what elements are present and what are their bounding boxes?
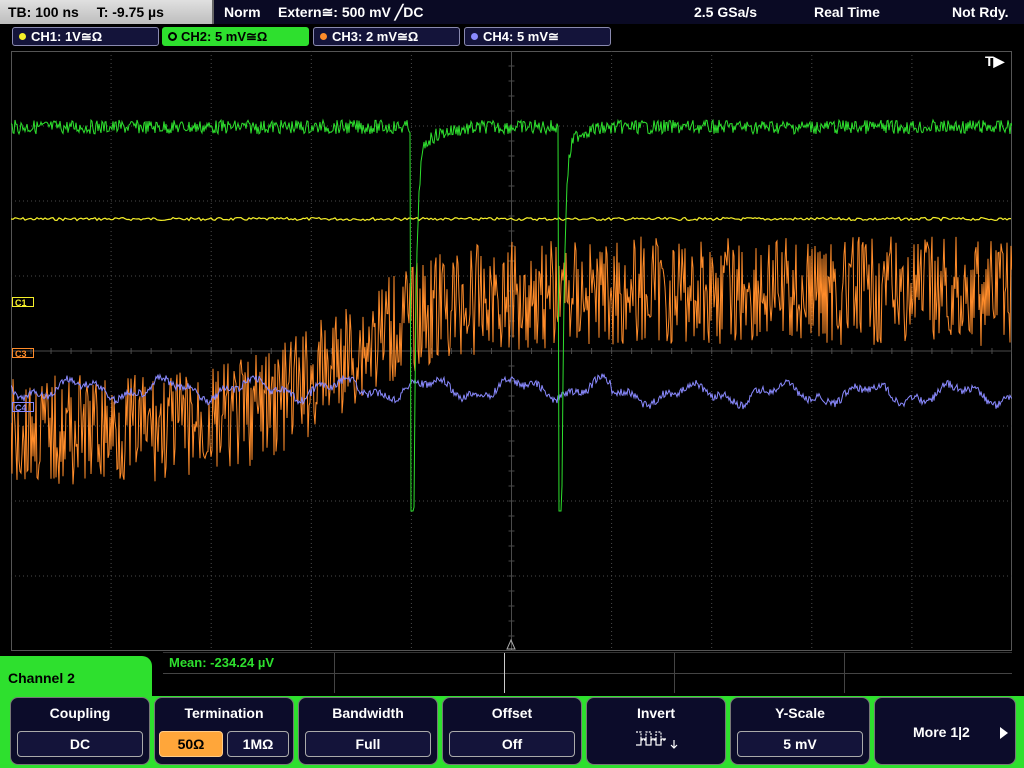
channel-2-tab[interactable]: CH2: 5 mV≅Ω bbox=[162, 27, 309, 46]
more-softkey[interactable]: More 1|2 bbox=[874, 697, 1016, 765]
trigger-mode[interactable]: Norm bbox=[224, 0, 261, 24]
invert-softkey[interactable]: Invert bbox=[586, 697, 726, 765]
coupling-value[interactable]: DC bbox=[17, 731, 143, 757]
triangle-right-icon bbox=[1000, 727, 1008, 739]
channel-4-label: CH4: 5 mV≅ bbox=[483, 29, 559, 44]
square-wave-invert-icon bbox=[636, 731, 678, 749]
more-label: More 1|2 bbox=[913, 724, 970, 740]
channel-4-tab[interactable]: CH4: 5 mV≅ bbox=[464, 27, 611, 46]
bandwidth-softkey[interactable]: Bandwidth Full bbox=[298, 697, 438, 765]
acquisition-mode: Real Time bbox=[814, 4, 880, 20]
timebase-value: TB: 100 ns bbox=[8, 4, 79, 20]
sample-rate: 2.5 GSa/s bbox=[694, 4, 758, 20]
menu-title-tab: Channel 2 bbox=[0, 656, 152, 700]
bandwidth-value[interactable]: Full bbox=[305, 731, 431, 757]
channel-1-label: CH1: 1V≅Ω bbox=[31, 29, 103, 44]
channel-2-dot-icon bbox=[169, 33, 176, 40]
termination-softkey[interactable]: Termination 50Ω 1MΩ bbox=[154, 697, 294, 765]
channel-3-dot-icon bbox=[320, 33, 327, 40]
channel-4-dot-icon bbox=[471, 33, 478, 40]
coupling-softkey[interactable]: Coupling DC bbox=[10, 697, 150, 765]
channel-3-tab[interactable]: CH3: 2 mV≅Ω bbox=[313, 27, 460, 46]
offset-softkey[interactable]: Offset Off bbox=[442, 697, 582, 765]
channel-1-dot-icon bbox=[19, 33, 26, 40]
coupling-label: Coupling bbox=[49, 705, 111, 721]
termination-50ohm-option[interactable]: 50Ω bbox=[159, 731, 223, 757]
channel-4-offset-marker[interactable]: C4 bbox=[12, 402, 34, 413]
trigger-source[interactable]: Extern≅: 500 mV ╱DC bbox=[278, 0, 423, 24]
y-scale-label: Y-Scale bbox=[775, 705, 825, 721]
bandwidth-label: Bandwidth bbox=[332, 705, 404, 721]
grid-lines bbox=[11, 51, 1012, 651]
termination-label: Termination bbox=[184, 705, 264, 721]
y-scale-value[interactable]: 5 mV bbox=[737, 731, 863, 757]
channel-3-offset-marker[interactable]: C3 bbox=[12, 348, 34, 359]
channel-1-tab[interactable]: CH1: 1V≅Ω bbox=[12, 27, 159, 46]
trigger-time-value: T: -9.75 µs bbox=[96, 4, 164, 20]
mean-measurement: Mean: -234.24 µV bbox=[169, 655, 275, 670]
y-scale-softkey[interactable]: Y-Scale 5 mV bbox=[730, 697, 870, 765]
trigger-offscreen-indicator: T▶ bbox=[985, 53, 1005, 69]
waveform-display[interactable] bbox=[11, 51, 1012, 651]
measurement-bar: Mean: -234.24 µV bbox=[163, 652, 1012, 693]
measurement-row bbox=[163, 653, 1012, 674]
offset-value[interactable]: Off bbox=[449, 731, 575, 757]
channel-2-label: CH2: 5 mV≅Ω bbox=[181, 29, 268, 44]
timebase-box[interactable]: TB: 100 ns T: -9.75 µs bbox=[0, 0, 214, 24]
channel-1-offset-marker[interactable]: C1 bbox=[12, 297, 34, 308]
ready-status: Not Rdy. bbox=[952, 4, 1009, 20]
termination-1mohm-option[interactable]: 1MΩ bbox=[227, 731, 289, 757]
channel-3-label: CH3: 2 mV≅Ω bbox=[332, 29, 419, 44]
offset-label: Offset bbox=[491, 705, 533, 721]
invert-label: Invert bbox=[636, 705, 676, 721]
